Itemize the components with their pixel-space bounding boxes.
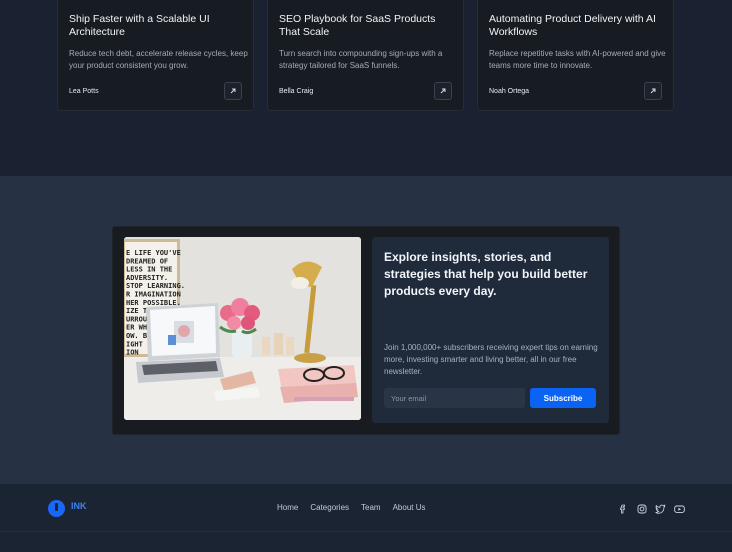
poster-text-line: E LIFE YOU'VE [126,249,181,257]
poster-text-line: STOP LEARNING. [126,282,185,290]
footer-divider [0,531,732,532]
footer-link-about[interactable]: About Us [393,503,426,512]
social-links [617,503,685,514]
post-card[interactable]: SEO Playbook for SaaS Products That Scal… [267,0,464,111]
post-card[interactable]: Automating Product Delivery with AI Work… [477,0,674,111]
site-footer: INK Home Categories Team About Us [0,484,732,552]
featured-posts-section: Ship Faster with a Scalable UI Architect… [0,0,732,176]
newsletter-description: Join 1,000,000+ subscribers receiving ex… [384,343,598,376]
newsletter-panel: Explore insights, stories, and strategie… [372,237,609,423]
desk-workspace-image: E LIFE YOU'VE DREAMED OF LESS IN THE ADVERS… [124,237,361,420]
post-card[interactable]: Ship Faster with a Scalable UI Architect… [57,0,254,111]
post-card-author: Lea Potts [69,88,99,95]
brand-logo[interactable]: INK [48,500,87,517]
subscribe-button[interactable]: Subscribe [530,388,596,408]
post-card-title[interactable]: SEO Playbook for SaaS Products That Scal… [279,13,457,38]
facebook-icon[interactable] [617,503,628,514]
newsletter-heading: Explore insights, stories, and strategie… [384,250,588,298]
poster-text-line: ION [126,349,139,357]
footer-link-team[interactable]: Team [361,503,381,512]
footer-nav: Home Categories Team About Us [277,503,426,512]
poster-text-line: DREAMED OF [126,257,168,265]
post-card-description: Reduce tech debt, accelerate release cyc… [69,49,248,70]
arrow-up-right-icon[interactable] [644,82,662,100]
poster-text-line: R IMAGINATION [126,291,181,299]
newsletter-container: E LIFE YOU'VE DREAMED OF LESS IN THE ADVERS… [112,226,620,435]
post-card-author: Noah Ortega [489,88,530,95]
ink-logo-icon [48,500,65,517]
brand-name: INK [71,500,87,511]
poster-text-line: ADVERSITY. [126,274,168,282]
instagram-icon[interactable] [636,503,647,514]
email-input[interactable] [384,388,525,408]
footer-link-categories[interactable]: Categories [310,503,349,512]
arrow-up-right-icon[interactable] [224,82,242,100]
footer-link-home[interactable]: Home [277,503,298,512]
post-card-description: Turn search into compounding sign-ups wi… [279,49,443,70]
post-card-title[interactable]: Ship Faster with a Scalable UI Architect… [69,13,247,38]
youtube-icon[interactable] [674,503,685,514]
newsletter-section: E LIFE YOU'VE DREAMED OF LESS IN THE ADVERS… [0,176,732,484]
post-card-description: Replace repetitive tasks with AI-powered… [489,49,666,70]
post-card-author: Bella Craig [279,88,314,95]
post-card-title[interactable]: Automating Product Delivery with AI Work… [489,13,667,38]
poster-text-line: LESS IN THE [126,266,172,274]
twitter-icon[interactable] [655,503,666,514]
arrow-up-right-icon[interactable] [434,82,452,100]
